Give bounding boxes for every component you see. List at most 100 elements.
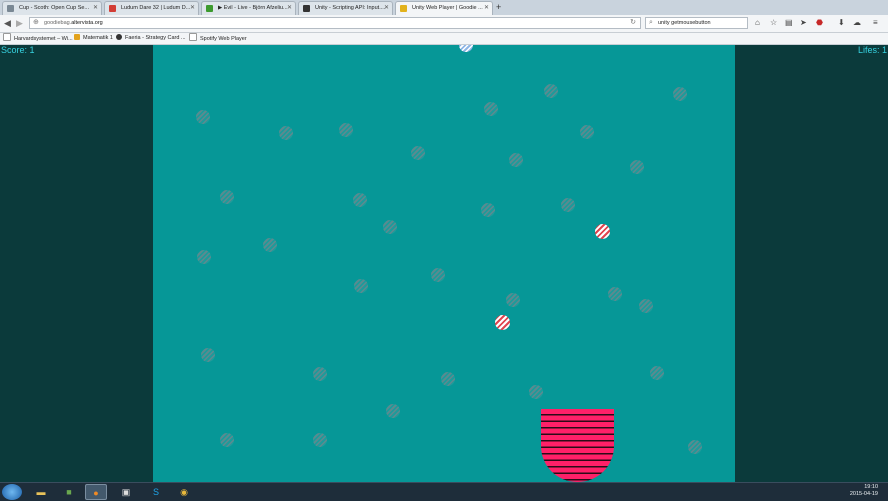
background-dot — [220, 190, 234, 204]
tab-title: Unity Web Player | Goodie ... — [412, 5, 483, 11]
bookmark-label: Harvardsystemet – Wi... — [14, 36, 73, 42]
background-dot — [354, 279, 368, 293]
game-field[interactable] — [153, 45, 735, 482]
background-dot — [650, 366, 664, 380]
cup-favicon-icon — [7, 5, 14, 12]
background-dot — [197, 250, 211, 264]
globe-icon: ⊕ — [33, 19, 39, 26]
background-dot — [383, 220, 397, 234]
background-dot — [220, 433, 234, 447]
background-dot — [673, 87, 687, 101]
background-dot — [353, 193, 367, 207]
tab-1[interactable]: Cup - Scoth: Open Cup Se... ✕ — [2, 1, 102, 15]
clock-date: 2015-04-19 — [849, 491, 878, 497]
forward-icon[interactable]: ▶ — [16, 17, 23, 29]
address-bar[interactable]: ⊕ goodiebag.altervista.org ↻ — [29, 17, 641, 29]
tab-title: Ludum Dare 32 | Ludum D... — [121, 5, 191, 11]
music-favicon-icon — [206, 5, 213, 12]
back-icon[interactable]: ◀ — [4, 17, 11, 29]
windows-taskbar: ▬ ■ ● ▣ S ◉ 19:10 2015-04-19 — [0, 482, 888, 501]
background-dot — [313, 433, 327, 447]
background-dot — [481, 203, 495, 217]
clock-time: 19:10 — [864, 484, 878, 490]
background-dot — [313, 367, 327, 381]
close-icon[interactable]: ✕ — [287, 2, 292, 14]
menu-icon[interactable]: ≡ — [873, 18, 878, 28]
background-dot — [580, 125, 594, 139]
terminal-icon[interactable]: ▣ — [115, 484, 137, 500]
background-dot — [544, 84, 558, 98]
background-dot — [339, 123, 353, 137]
home-icon[interactable]: ⌂ — [755, 18, 760, 28]
search-input[interactable]: ⌕ unity getmousebutton — [645, 17, 748, 29]
background-dot — [201, 348, 215, 362]
firefox-icon[interactable]: ● — [85, 484, 107, 500]
library-icon[interactable]: ▤ — [785, 18, 793, 28]
tab-5-active[interactable]: Unity Web Player | Goodie ... ✕ — [395, 1, 493, 15]
ludum-dare-favicon-icon — [109, 5, 116, 12]
background-dot — [529, 385, 543, 399]
url-prefix: goodiebag. — [44, 20, 72, 26]
bookmark-item[interactable]: Spotify Web Player — [189, 33, 247, 45]
adblock-icon[interactable]: ⬣ — [816, 18, 823, 28]
background-dot — [639, 299, 653, 313]
bookmark-star-icon[interactable]: ☆ — [770, 18, 777, 28]
search-icon: ⌕ — [649, 19, 653, 26]
download-icon[interactable]: ⬇ — [838, 18, 845, 28]
background-dot — [608, 287, 622, 301]
tab-3[interactable]: ▶ Evil - Live - Björn Afzeliu... ✕ — [201, 1, 296, 15]
folder-icon — [74, 34, 80, 40]
background-dot — [630, 160, 644, 174]
url-domain: altervista.org — [71, 20, 103, 26]
close-icon[interactable]: ✕ — [484, 2, 489, 14]
unity-app-icon[interactable]: ◉ — [173, 484, 195, 500]
background-dot — [431, 268, 445, 282]
send-icon[interactable]: ➤ — [800, 18, 807, 28]
falling-ball — [595, 224, 610, 239]
system-clock[interactable]: 19:10 2015-04-19 — [850, 484, 878, 498]
background-dot — [196, 110, 210, 124]
tab-strip: Cup - Scoth: Open Cup Se... ✕ Ludum Dare… — [0, 0, 888, 15]
wikipedia-icon — [3, 33, 11, 41]
chat-icon[interactable]: ☁ — [853, 18, 861, 28]
minecraft-icon[interactable]: ■ — [58, 484, 80, 500]
background-dot — [688, 440, 702, 454]
bookmark-item[interactable]: Matematik 1 — [74, 33, 113, 44]
background-dot — [441, 372, 455, 386]
navigation-bar: ◀ ▶ ⊕ goodiebag.altervista.org ↻ ⌕ unity… — [0, 15, 888, 33]
reload-icon[interactable]: ↻ — [630, 18, 636, 28]
close-icon[interactable]: ✕ — [384, 2, 389, 14]
faeria-icon — [116, 34, 122, 40]
background-dot — [411, 146, 425, 160]
close-icon[interactable]: ✕ — [93, 2, 98, 14]
unity-web-player[interactable]: Score: 1 Lifes: 1 — [0, 45, 888, 482]
bookmark-label: Spotify Web Player — [200, 36, 247, 42]
skype-icon[interactable]: S — [145, 484, 167, 500]
background-dot — [263, 238, 277, 252]
falling-ball — [459, 45, 473, 52]
bookmark-item[interactable]: Faeria - Strategy Card ... — [116, 33, 186, 44]
bookmark-item[interactable]: Harvardsystemet – Wi... — [3, 33, 73, 45]
falling-ball — [495, 315, 510, 330]
background-dot — [386, 404, 400, 418]
start-button-icon[interactable] — [2, 484, 22, 500]
file-explorer-icon[interactable]: ▬ — [30, 484, 52, 500]
background-dot — [484, 102, 498, 116]
bookmark-label: Faeria - Strategy Card ... — [125, 35, 186, 41]
lifes-label: Lifes: 1 — [857, 45, 887, 55]
player-cup[interactable] — [541, 409, 614, 482]
tab-4[interactable]: Unity - Scripting API: Input.... ✕ — [298, 1, 393, 15]
background-dot — [506, 293, 520, 307]
bookmarks-bar: Harvardsystemet – Wi... Matematik 1 Faer… — [0, 33, 888, 45]
bookmark-label: Matematik 1 — [83, 35, 113, 41]
background-dot — [561, 198, 575, 212]
background-dot — [509, 153, 523, 167]
close-icon[interactable]: ✕ — [190, 2, 195, 14]
background-dot — [279, 126, 293, 140]
page-icon — [189, 33, 197, 41]
search-value: unity getmousebutton — [658, 20, 711, 26]
tab-2[interactable]: Ludum Dare 32 | Ludum D... ✕ — [104, 1, 199, 15]
new-tab-button[interactable]: + — [496, 1, 501, 13]
tab-title: Cup - Scoth: Open Cup Se... — [19, 5, 90, 11]
tab-title: ▶ Evil - Live - Björn Afzeliu... — [218, 5, 288, 11]
